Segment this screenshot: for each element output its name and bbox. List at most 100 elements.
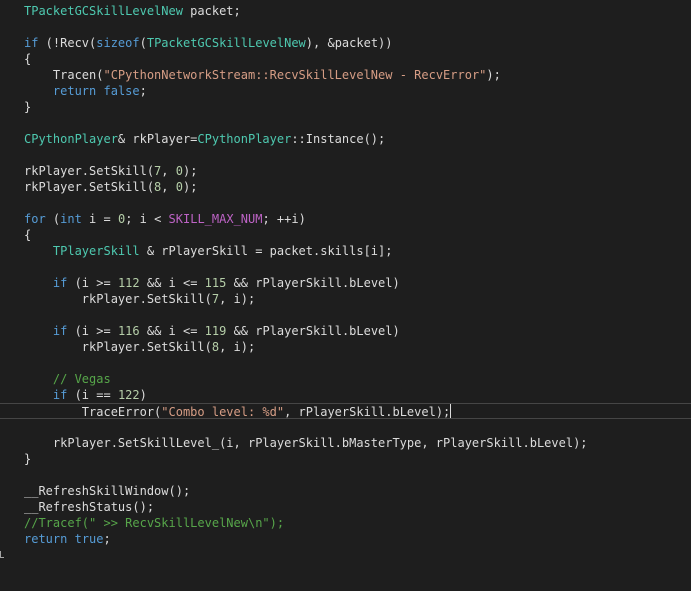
code-line-text: Tracen("CPythonNetworkStream::RecvSkillL… bbox=[24, 67, 501, 83]
code-line-text: if (i == 122) bbox=[24, 387, 147, 403]
code-token: rkPlayer.SetSkill( bbox=[24, 292, 212, 306]
code-token: ( bbox=[139, 36, 147, 50]
code-line[interactable]: { bbox=[0, 227, 691, 243]
code-line[interactable]: if (i >= 112 && i <= 115 && rPlayerSkill… bbox=[0, 275, 691, 291]
code-token: if bbox=[52, 276, 68, 290]
code-token: , i); bbox=[219, 292, 256, 306]
code-token: "Combo level: %d" bbox=[161, 405, 285, 419]
code-token: 8 bbox=[211, 340, 220, 354]
code-token: 112 bbox=[117, 276, 140, 290]
code-line-text: if (i >= 112 && i <= 115 && rPlayerSkill… bbox=[24, 275, 400, 291]
code-line[interactable] bbox=[0, 419, 691, 435]
code-line[interactable]: return false; bbox=[0, 83, 691, 99]
code-line[interactable] bbox=[0, 19, 691, 35]
code-line[interactable]: rkPlayer.SetSkill(7, 0); bbox=[0, 163, 691, 179]
code-line[interactable]: // Vegas bbox=[0, 371, 691, 387]
code-token: ); bbox=[486, 68, 501, 82]
code-line-text: rkPlayer.SetSkill(7, 0); bbox=[24, 163, 197, 179]
code-token: ; bbox=[103, 532, 111, 546]
code-line[interactable]: if (!Recv(sizeof(TPacketGCSkillLevelNew)… bbox=[0, 35, 691, 51]
code-token: if bbox=[52, 324, 68, 338]
code-token: if bbox=[24, 36, 39, 50]
code-line[interactable]: if (i >= 116 && i <= 119 && rPlayerSkill… bbox=[0, 323, 691, 339]
code-line[interactable]: if (i == 122) bbox=[0, 387, 691, 403]
code-token: i = bbox=[81, 212, 118, 226]
code-token: ; i < bbox=[125, 212, 169, 226]
code-line[interactable]: Tracen("CPythonNetworkStream::RecvSkillL… bbox=[0, 67, 691, 83]
code-line[interactable]: rkPlayer.SetSkill(7, i); bbox=[0, 291, 691, 307]
code-token: 7 bbox=[211, 292, 220, 306]
code-line-text: TPlayerSkill & rPlayerSkill = packet.ski… bbox=[24, 243, 393, 259]
code-token: } bbox=[24, 452, 32, 466]
code-line-text: return true; bbox=[24, 531, 111, 547]
code-token: // Vegas bbox=[52, 372, 111, 386]
fold-marker[interactable] bbox=[0, 551, 4, 558]
code-line[interactable] bbox=[0, 259, 691, 275]
code-line-text: __RefreshStatus(); bbox=[24, 499, 154, 515]
code-line[interactable]: rkPlayer.SetSkill(8, 0); bbox=[0, 179, 691, 195]
code-line[interactable] bbox=[0, 467, 691, 483]
code-line[interactable]: } bbox=[0, 99, 691, 115]
code-line[interactable]: //Tracef(" >> RecvSkillLevelNew\n"); bbox=[0, 515, 691, 531]
code-token: & rPlayerSkill = packet.skills[i]; bbox=[139, 244, 393, 258]
code-line-text: __RefreshSkillWindow(); bbox=[24, 483, 190, 499]
code-token: rkPlayer.SetSkill( bbox=[24, 164, 155, 178]
code-line[interactable]: TPacketGCSkillLevelNew packet; bbox=[0, 3, 691, 19]
code-line[interactable] bbox=[0, 115, 691, 131]
code-token: SKILL_MAX_NUM bbox=[168, 212, 263, 226]
code-line[interactable] bbox=[0, 195, 691, 211]
code-line[interactable]: CPythonPlayer& rkPlayer=CPythonPlayer::I… bbox=[0, 131, 691, 147]
code-token: (i == bbox=[67, 388, 118, 402]
code-token: ) bbox=[139, 388, 147, 402]
code-token: 115 bbox=[204, 276, 227, 290]
code-token: Tracen( bbox=[24, 68, 104, 82]
code-token: true bbox=[74, 532, 104, 546]
code-token: __RefreshStatus(); bbox=[24, 500, 155, 514]
code-token: } bbox=[24, 100, 32, 114]
code-line-text: //Tracef(" >> RecvSkillLevelNew\n"); bbox=[24, 515, 284, 531]
code-token: (i >= bbox=[67, 276, 118, 290]
code-token: CPythonPlayer bbox=[197, 132, 292, 146]
code-editor[interactable]: TPacketGCSkillLevelNew packet; if (!Recv(… bbox=[0, 0, 691, 591]
code-line-text: } bbox=[24, 451, 31, 467]
code-token: (i >= bbox=[67, 324, 118, 338]
code-line-text: for (int i = 0; i < SKILL_MAX_NUM; ++i) bbox=[24, 211, 306, 227]
code-line[interactable]: for (int i = 0; i < SKILL_MAX_NUM; ++i) bbox=[0, 211, 691, 227]
code-token: , i); bbox=[219, 340, 256, 354]
code-token: for bbox=[24, 212, 46, 226]
code-token: sizeof bbox=[96, 36, 140, 50]
code-token: && rPlayerSkill.bLevel) bbox=[226, 276, 400, 290]
code-line[interactable]: } bbox=[0, 451, 691, 467]
code-token: ); bbox=[182, 180, 198, 194]
text-caret bbox=[450, 404, 452, 418]
code-token: ; ++i) bbox=[262, 212, 306, 226]
code-token: ); bbox=[182, 164, 198, 178]
code-line-text: TraceError("Combo level: %d", rPlayerSki… bbox=[24, 404, 452, 420]
code-token: TPacketGCSkillLevelNew bbox=[146, 36, 306, 50]
code-line[interactable]: __RefreshSkillWindow(); bbox=[0, 483, 691, 499]
code-line[interactable]: { bbox=[0, 51, 691, 67]
code-line[interactable]: __RefreshStatus(); bbox=[0, 499, 691, 515]
code-line[interactable]: rkPlayer.SetSkill(8, i); bbox=[0, 339, 691, 355]
code-line[interactable] bbox=[0, 355, 691, 371]
code-token: && rPlayerSkill.bLevel) bbox=[226, 324, 400, 338]
code-token: ( bbox=[45, 212, 61, 226]
code-line[interactable]: TPlayerSkill & rPlayerSkill = packet.ski… bbox=[0, 243, 691, 259]
code-line-text: { bbox=[24, 227, 31, 243]
code-token: , bbox=[161, 164, 176, 178]
code-line[interactable] bbox=[0, 147, 691, 163]
code-token: { bbox=[24, 52, 32, 66]
code-line[interactable]: return true; bbox=[0, 531, 691, 547]
current-code-line[interactable]: TraceError("Combo level: %d", rPlayerSki… bbox=[0, 403, 691, 419]
code-line[interactable]: rkPlayer.SetSkillLevel_(i, rPlayerSkill.… bbox=[0, 435, 691, 451]
code-token: (!Recv( bbox=[38, 36, 97, 50]
code-line-text: CPythonPlayer& rkPlayer=CPythonPlayer::I… bbox=[24, 131, 385, 147]
code-line-text: } bbox=[24, 99, 31, 115]
code-token: packet; bbox=[182, 4, 241, 18]
code-line[interactable] bbox=[0, 307, 691, 323]
